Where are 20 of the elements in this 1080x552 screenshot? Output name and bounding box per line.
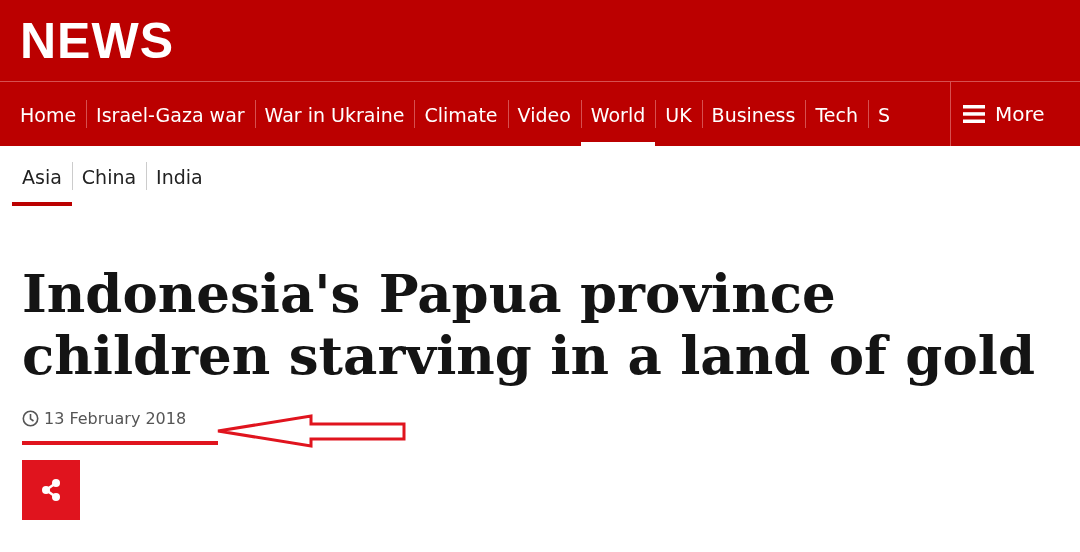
clock-icon bbox=[22, 409, 39, 427]
publish-date: 13 February 2018 bbox=[44, 408, 187, 428]
nav-link[interactable]: Business bbox=[701, 82, 806, 146]
nav-link[interactable]: S bbox=[867, 82, 901, 146]
subnav-link[interactable]: Asia bbox=[12, 146, 72, 206]
nav-link[interactable]: Israel-Gaza war bbox=[86, 82, 255, 146]
nav-link[interactable]: Home bbox=[10, 82, 87, 146]
share-icon bbox=[40, 478, 62, 502]
nav-link[interactable]: UK bbox=[655, 82, 702, 146]
share-button[interactable] bbox=[22, 460, 80, 520]
subnav-link[interactable]: India bbox=[146, 146, 213, 206]
nav-link[interactable]: Climate bbox=[414, 82, 508, 146]
nav-link[interactable]: War in Ukraine bbox=[254, 82, 415, 146]
nav-link[interactable]: Video bbox=[507, 82, 581, 146]
subnav-link[interactable]: China bbox=[71, 146, 147, 206]
nav-link[interactable]: Tech bbox=[805, 82, 868, 146]
article-headline: Indonesia's Papua province children starving in a land of gold bbox=[22, 262, 1036, 386]
news-logo[interactable]: NEWS bbox=[20, 11, 174, 70]
nav-link[interactable]: World bbox=[580, 82, 656, 146]
menu-icon bbox=[963, 105, 985, 123]
